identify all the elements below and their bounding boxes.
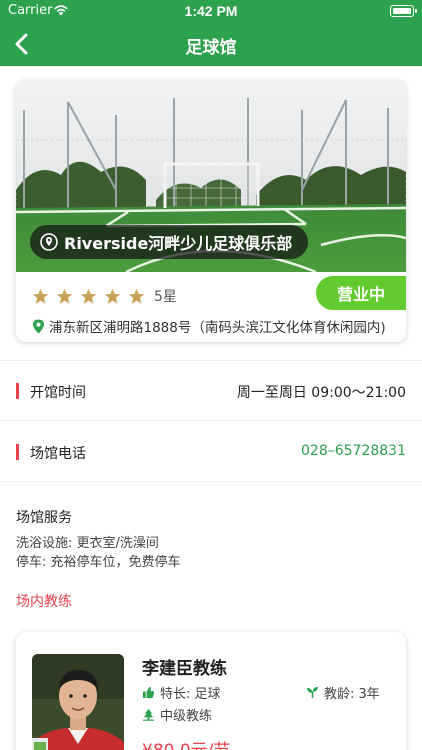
hours-label: 开馆时间 [30,385,86,401]
coach-level: 中级教练 [142,705,212,724]
venue-address[interactable]: 浦东新区浦明路1888号（南码头滨江文化体育休闲园内) [32,316,406,336]
thumbs-up-icon [142,686,155,699]
venue-card[interactable]: Riverside河畔少儿足球俱乐部 营业中 5星 浦东新区浦明路1888号（南… [16,80,406,342]
venue-name-pill: Riverside河畔少儿足球俱乐部 [30,225,309,259]
coach-years-text: 教龄: 3年 [324,687,380,702]
star-icon [104,288,121,304]
status-time: 1:42 PM [184,3,238,19]
top-bar: Carrier 1:42 PM 足球馆 [0,0,422,66]
hours-row: 开馆时间 周一至周日 09:00～21:00 [0,361,422,421]
venue-name: Riverside河畔少儿足球俱乐部 [64,234,293,253]
phone-number-link[interactable]: 028–65728831 [301,443,406,459]
status-bar: Carrier 1:42 PM [0,0,422,22]
tree-icon [142,708,155,721]
star-icon [128,288,145,304]
coach-card[interactable]: 李建臣教练 特长: 足球 教龄: 3年 中级教练 ¥80.0元/节 [16,632,406,750]
hours-value: 周一至周日 09:00～21:00 [236,385,406,401]
coach-specialty-text: 特长: 足球 [160,687,221,702]
page-title: 足球馆 [185,38,237,58]
rating-text: 5星 [154,289,177,305]
star-icon [56,288,73,304]
battery-icon [390,5,417,17]
phone-row[interactable]: 场馆电话 028–65728831 [0,422,422,482]
coach-specialty: 特长: 足球 [142,683,221,702]
star-icon [32,288,49,304]
status-badge: 营业中 [316,276,406,310]
coaches-heading: 场内教练 [16,594,72,610]
location-pin-icon [33,319,44,333]
services-title: 场馆服务 [16,510,72,526]
coach-avatar [32,654,124,750]
address-text: 浦东新区浦明路1888号（南码头滨江文化体育休闲园内) [49,320,386,336]
phone-label: 场馆电话 [30,446,86,462]
coach-price: ¥80.0元/节 [142,736,230,750]
location-pin-icon [40,233,58,251]
rating: 5星 [32,286,177,306]
service-line: 停车: 充裕停车位，免费停车 [16,555,181,570]
coach-level-text: 中级教练 [160,709,213,724]
sprout-icon [306,686,319,699]
service-line: 洗浴设施: 更衣室/洗澡间 [16,536,159,551]
coach-name: 李建臣教练 [142,659,227,679]
section-marker [16,383,19,399]
star-icon [80,288,97,304]
coach-years: 教龄: 3年 [306,683,380,702]
section-marker [16,444,19,460]
